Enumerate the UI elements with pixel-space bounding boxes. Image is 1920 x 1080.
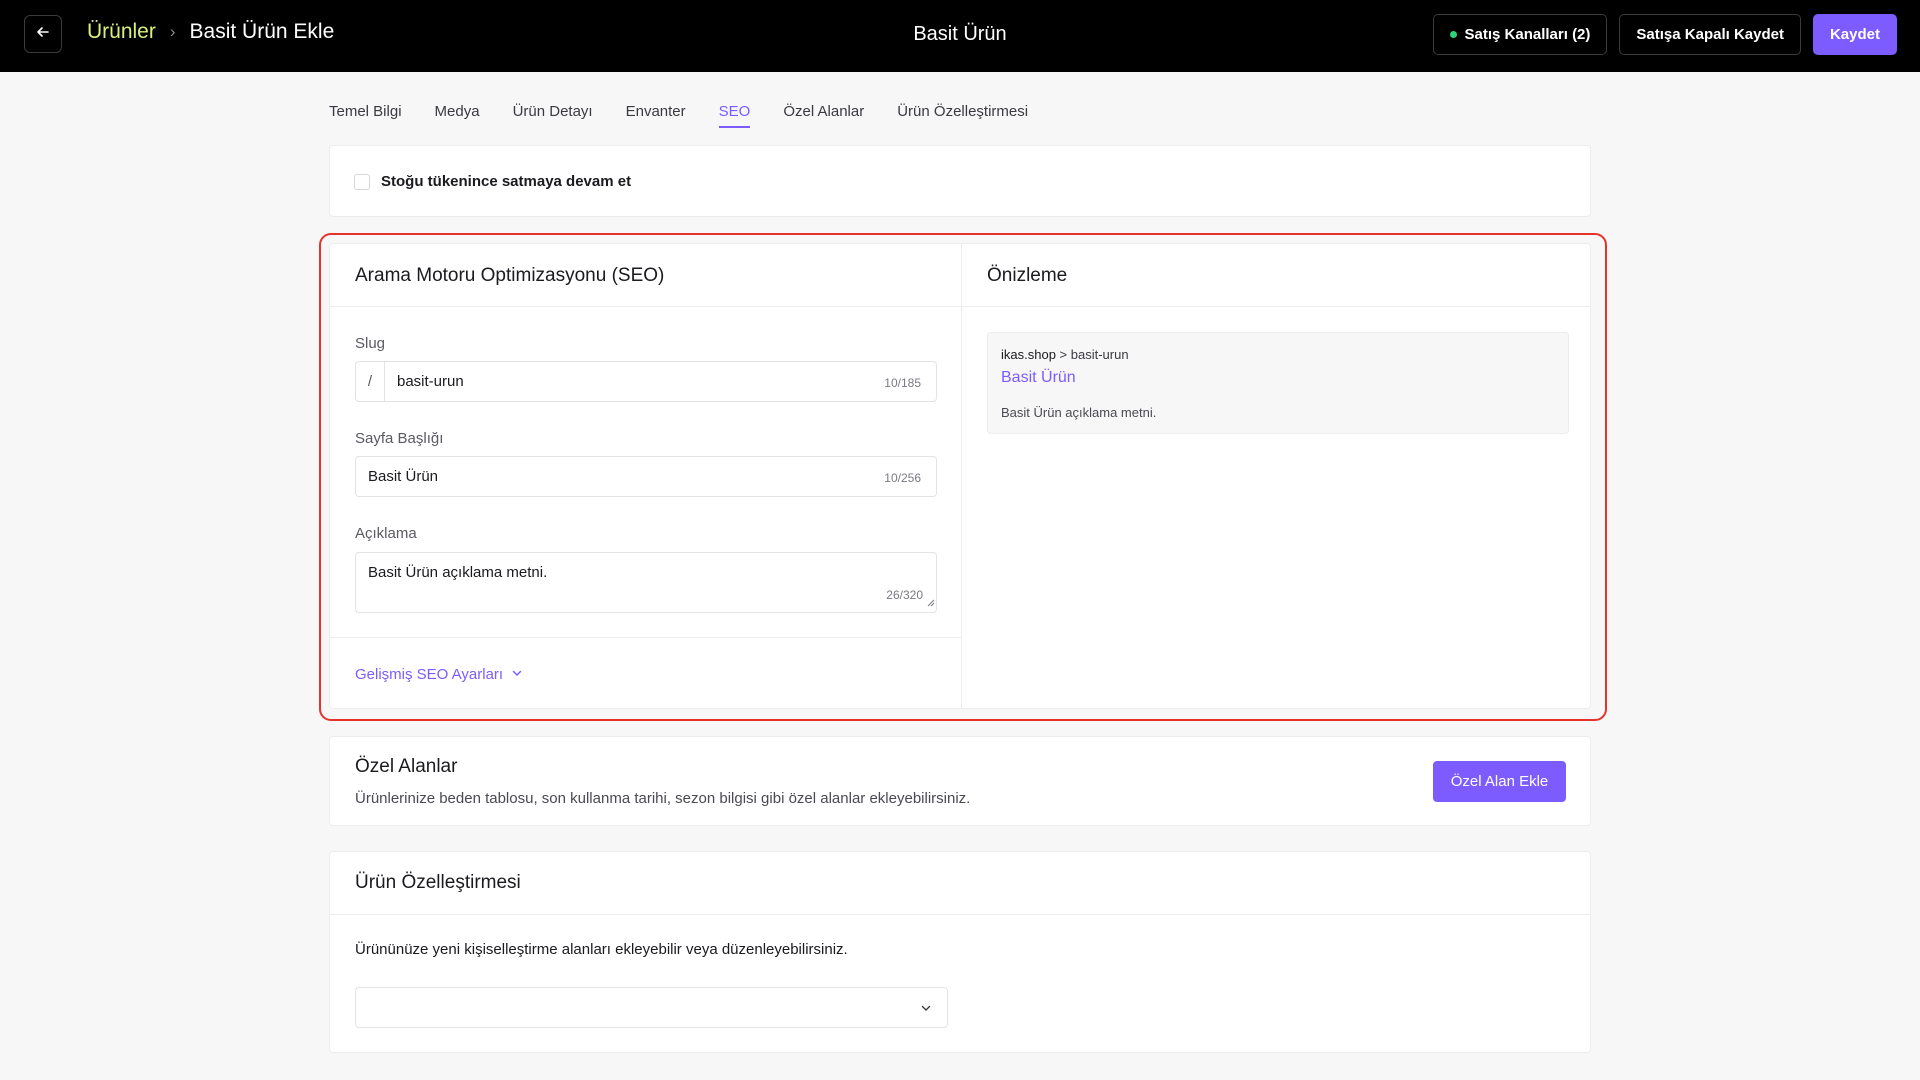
customization-select[interactable] xyxy=(355,987,948,1028)
slug-field[interactable]: / basit-urun 10/185 xyxy=(355,361,937,402)
advanced-seo-toggle[interactable]: Gelişmiş SEO Ayarları xyxy=(355,666,523,683)
sales-channels-label: Satış Kanalları (2) xyxy=(1464,26,1591,43)
tab-custom-fields[interactable]: Özel Alanlar xyxy=(783,103,864,128)
chevron-down-icon xyxy=(511,666,523,683)
product-customization-card: Ürün Özelleştirmesi Ürününüze yeni kişis… xyxy=(329,851,1591,1053)
breadcrumb-current: Basit Ürün Ekle xyxy=(189,20,335,43)
custom-fields-card: Özel Alanlar Ürünlerinize beden tablosu,… xyxy=(329,736,1591,826)
seo-card: Arama Motoru Optimizasyonu (SEO) Slug / … xyxy=(329,243,961,709)
breadcrumb-separator: › xyxy=(169,22,176,41)
divider xyxy=(962,306,1590,307)
tab-bar: Temel Bilgi Medya Ürün Detayı Envanter S… xyxy=(329,103,1028,128)
tab-product-detail[interactable]: Ürün Detayı xyxy=(513,103,593,128)
description-label: Açıklama xyxy=(355,525,417,542)
tab-media[interactable]: Medya xyxy=(435,103,480,128)
preview-url: ikas.shop > basit-urun xyxy=(1001,347,1129,362)
divider xyxy=(330,914,1590,915)
resize-handle-icon[interactable] xyxy=(926,594,935,611)
back-button[interactable] xyxy=(24,15,62,53)
page-title-input[interactable]: Basit Ürün xyxy=(368,468,438,485)
header-actions: Satış Kanalları (2) Satışa Kapalı Kaydet… xyxy=(1432,14,1897,55)
preview-title: Önizleme xyxy=(987,265,1068,286)
preview-description: Basit Ürün açıklama metni. xyxy=(1001,405,1157,420)
divider xyxy=(330,637,961,638)
breadcrumb: Ürünler › Basit Ürün Ekle xyxy=(87,20,334,44)
page-title-field[interactable]: Basit Ürün 10/256 xyxy=(355,456,937,497)
save-closed-button[interactable]: Satışa Kapalı Kaydet xyxy=(1619,14,1801,55)
description-counter: 26/320 xyxy=(886,588,923,602)
arrow-left-icon xyxy=(35,24,51,45)
custom-fields-title: Özel Alanlar xyxy=(355,756,458,777)
preview-domain: ikas.shop xyxy=(1001,347,1056,362)
customization-title: Ürün Özelleştirmesi xyxy=(355,872,521,893)
page-title-counter: 10/256 xyxy=(884,471,921,485)
tab-seo[interactable]: SEO xyxy=(718,103,750,128)
tab-product-customization[interactable]: Ürün Özelleştirmesi xyxy=(897,103,1028,128)
preview-link-title: Basit Ürün xyxy=(1001,369,1076,386)
sales-channels-button[interactable]: Satış Kanalları (2) xyxy=(1432,14,1608,55)
inventory-card: Stoğu tükenince satmaya devam et xyxy=(329,145,1591,217)
customization-description: Ürününüze yeni kişiselleştirme alanları … xyxy=(355,941,848,958)
continue-selling-checkbox[interactable] xyxy=(354,173,370,190)
search-preview-box: ikas.shop > basit-urun Basit Ürün Basit … xyxy=(987,332,1569,434)
slug-prefix: / xyxy=(356,362,385,401)
tab-basic-info[interactable]: Temel Bilgi xyxy=(329,103,402,128)
breadcrumb-products-link[interactable]: Ürünler xyxy=(87,20,156,44)
save-button[interactable]: Kaydet xyxy=(1812,14,1897,55)
advanced-seo-label: Gelişmiş SEO Ayarları xyxy=(355,666,504,683)
description-textarea[interactable]: Basit Ürün açıklama metni. 26/320 xyxy=(355,552,937,613)
add-custom-field-button[interactable]: Özel Alan Ekle xyxy=(1433,761,1566,802)
divider xyxy=(330,306,961,307)
status-dot-icon xyxy=(1449,31,1457,38)
tab-inventory[interactable]: Envanter xyxy=(626,103,686,128)
chevron-down-icon xyxy=(919,1001,933,1015)
slug-label: Slug xyxy=(355,335,386,352)
description-input[interactable]: Basit Ürün açıklama metni. xyxy=(368,564,547,581)
preview-card: Önizleme ikas.shop > basit-urun Basit Ür… xyxy=(961,243,1591,709)
continue-selling-label: Stoğu tükenince satmaya devam et xyxy=(381,173,632,190)
page-title-label: Sayfa Başlığı xyxy=(355,430,444,447)
seo-title: Arama Motoru Optimizasyonu (SEO) xyxy=(355,265,665,286)
slug-input[interactable]: basit-urun xyxy=(397,373,464,390)
top-bar: Ürünler › Basit Ürün Ekle Basit Ürün Sat… xyxy=(0,0,1920,72)
custom-fields-description: Ürünlerinize beden tablosu, son kullanma… xyxy=(355,790,971,807)
preview-path: > basit-urun xyxy=(1055,347,1129,362)
slug-counter: 10/185 xyxy=(884,376,921,390)
